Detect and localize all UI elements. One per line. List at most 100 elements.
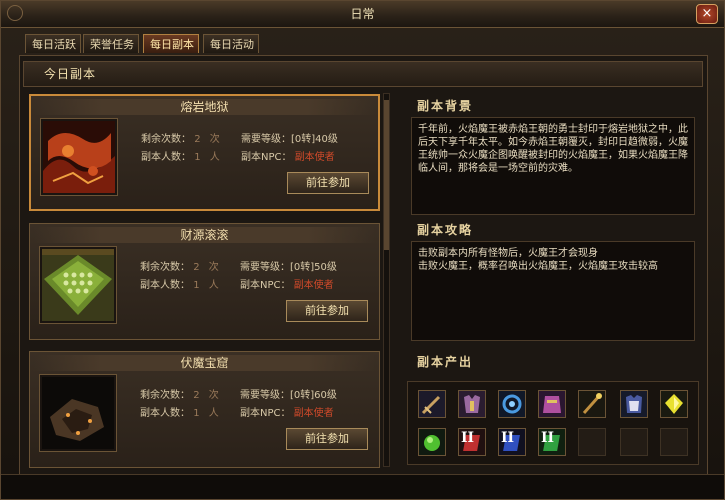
reward-slot[interactable] (418, 390, 446, 418)
daily-window: 日常 × 每日活跃 荣誉任务 每日副本 每日活动 今日副本 熔岩地狱 剩余次数：… (0, 0, 725, 500)
section-header-title: 今日副本 (44, 67, 97, 81)
dungeon-title-bar: 伏魔宝窟 (34, 355, 375, 371)
dungeon-card[interactable]: 熔岩地狱 剩余次数： 2 次 副本人数： 1 人 需要等级：[0转]40级 副本… (29, 94, 380, 211)
lava-hell-image (43, 121, 115, 193)
reward-slot[interactable]: II (498, 428, 526, 456)
staff-icon (579, 391, 605, 417)
required-label: 需要等级： (240, 262, 290, 273)
dungeon-npc: 副本NPC： 副本使者 (241, 148, 335, 163)
dungeon-thumbnail (39, 374, 117, 452)
go-button[interactable]: 前往参加 (286, 300, 368, 322)
close-button[interactable]: × (696, 4, 718, 24)
strategy-line: 击败副本内所有怪物后，火魔王才会现身 (418, 248, 598, 259)
orb-icon (499, 391, 525, 417)
required-level: 需要等级：[0转]40级 (241, 130, 338, 145)
dungeon-npc: 副本NPC： 副本使者 (240, 404, 334, 419)
reward-slot[interactable] (660, 390, 688, 418)
bottom-status-bar (1, 474, 724, 499)
required-level: 需要等级：[0转]50级 (240, 258, 337, 273)
background-title: 副本背景 (417, 99, 474, 113)
dungeon-title-bar: 熔岩地狱 (35, 99, 374, 115)
players-value: 1 (193, 408, 200, 419)
empty-reward-slot (620, 428, 648, 456)
required-value: [0转]60级 (290, 390, 337, 401)
dungeon-thumbnail (40, 118, 118, 196)
background-text: 千年前，火焰魔王被赤焰王朝的勇士封印于熔岩地狱之中，此后天下享千年太平。如今赤焰… (418, 124, 688, 174)
player-count: 副本人数： 1 人 (141, 148, 220, 163)
reward-slot[interactable] (418, 428, 446, 456)
sword-icon (419, 391, 445, 417)
dungeon-detail-panel: 副本背景 千年前，火焰魔王被赤焰王朝的勇士封印于熔岩地狱之中，此后天下享千年太平… (403, 89, 705, 467)
reward-slot[interactable] (458, 390, 486, 418)
reward-slot[interactable] (498, 390, 526, 418)
players-label: 副本人数： (140, 280, 190, 291)
section-header: 今日副本 (23, 61, 703, 87)
window-title: 日常 (350, 7, 375, 21)
dungeon-name: 熔岩地狱 (180, 100, 229, 114)
npc-label: 副本NPC： (240, 280, 291, 291)
strategy-title: 副本攻略 (417, 223, 474, 237)
chest-armor-icon (459, 391, 485, 417)
people-suffix: 人 (208, 408, 219, 419)
remaining-label: 剩余次数： (140, 390, 190, 401)
dungeon-npc: 副本NPC： 副本使者 (240, 276, 334, 291)
reward-slot[interactable] (538, 390, 566, 418)
required-label: 需要等级： (240, 390, 290, 401)
remaining-value: 2 (193, 262, 200, 273)
dungeon-card[interactable]: 财源滚滚 剩余次数： 2 次 副本人数： 1 人 需要等级：[0转]50级 副本… (29, 223, 380, 340)
tab-daily-dungeon[interactable]: 每日副本 (143, 34, 199, 53)
required-value: [0转]40级 (291, 134, 338, 145)
go-button[interactable]: 前往参加 (286, 428, 368, 450)
remaining-label: 剩余次数： (141, 134, 191, 145)
players-label: 副本人数： (140, 408, 190, 419)
npc-value: 副本使者 (293, 408, 334, 419)
reward-slot[interactable]: II (458, 428, 486, 456)
book-numeral: II (461, 430, 475, 446)
remaining-count: 剩余次数： 2 次 (140, 386, 219, 401)
green-potion-icon (419, 429, 445, 455)
remaining-count: 剩余次数： 2 次 (141, 130, 220, 145)
treasure-room-image (42, 249, 114, 321)
people-suffix: 人 (209, 152, 220, 163)
remaining-value: 2 (194, 134, 201, 145)
reward-slot[interactable] (578, 390, 606, 418)
npc-label: 副本NPC： (240, 408, 291, 419)
empty-reward-slot (660, 428, 688, 456)
tab-daily-activity[interactable]: 每日活跃 (25, 34, 81, 53)
times-suffix: 次 (208, 262, 219, 273)
tab-daily-event[interactable]: 每日活动 (203, 34, 259, 53)
ornament-icon (7, 5, 23, 21)
dungeon-list-scrollbar[interactable] (383, 93, 390, 467)
player-count: 副本人数： 1 人 (140, 276, 219, 291)
title-bar: 日常 × (1, 1, 724, 28)
dungeon-thumbnail (39, 246, 117, 324)
dungeon-name: 财源滚滚 (180, 228, 229, 242)
dungeon-title-bar: 财源滚滚 (34, 227, 375, 243)
required-value: [0转]50级 (290, 262, 337, 273)
dungeon-card[interactable]: 伏魔宝窟 剩余次数： 2 次 副本人数： 1 人 需要等级：[0转]60级 副本… (29, 351, 380, 468)
book-numeral: II (541, 430, 555, 446)
reward-slot[interactable] (620, 390, 648, 418)
player-count: 副本人数： 1 人 (140, 404, 219, 419)
gem-icon (661, 391, 687, 417)
robe-icon (539, 391, 565, 417)
npc-value: 副本使者 (294, 152, 335, 163)
required-label: 需要等级： (241, 134, 291, 145)
strategy-line: 击败火魔王，概率召唤出火焰魔王，火焰魔王攻击较高 (418, 261, 658, 272)
times-suffix: 次 (209, 134, 220, 145)
players-label: 副本人数： (141, 152, 191, 163)
tab-honor-quest[interactable]: 荣誉任务 (83, 34, 139, 53)
background-text-box: 千年前，火焰魔王被赤焰王朝的勇士封印于熔岩地狱之中，此后天下享千年太平。如今赤焰… (411, 117, 695, 215)
dungeon-name: 伏魔宝窟 (180, 356, 229, 370)
strategy-text-box: 击败副本内所有怪物后，火魔王才会现身 击败火魔王，概率召唤出火焰魔王，火焰魔王攻… (411, 241, 695, 341)
demon-cave-image (42, 377, 114, 449)
npc-value: 副本使者 (293, 280, 334, 291)
required-level: 需要等级：[0转]60级 (240, 386, 337, 401)
rewards-grid: II II II (407, 381, 699, 465)
scrollbar-thumb[interactable] (384, 100, 389, 250)
go-button[interactable]: 前往参加 (287, 172, 369, 194)
reward-slot[interactable]: II (538, 428, 566, 456)
players-value: 1 (194, 152, 201, 163)
empty-reward-slot (578, 428, 606, 456)
remaining-count: 剩余次数： 2 次 (140, 258, 219, 273)
